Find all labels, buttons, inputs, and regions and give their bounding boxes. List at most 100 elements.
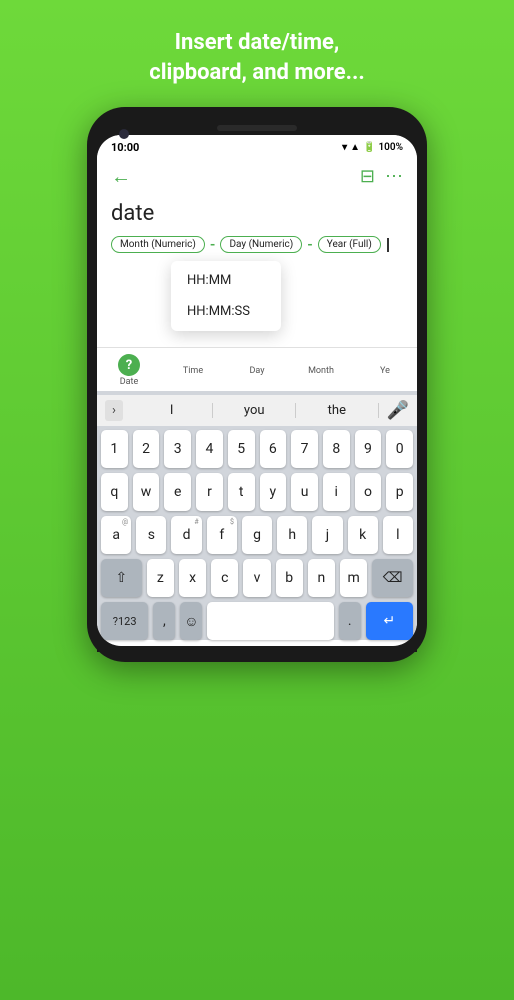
- battery-icon: 🔋: [363, 142, 375, 153]
- key-1[interactable]: 1: [101, 430, 128, 468]
- suggestions-expand[interactable]: ›: [105, 400, 123, 421]
- tab-time[interactable]: Time: [161, 366, 225, 376]
- delete-key[interactable]: ⌫: [372, 559, 413, 597]
- key-o[interactable]: o: [355, 473, 382, 511]
- status-time: 10:00: [111, 141, 139, 154]
- tab-day-label: Day: [250, 366, 265, 376]
- chip-day[interactable]: Day (Numeric): [220, 236, 302, 253]
- enter-key[interactable]: ↵: [366, 602, 413, 640]
- filter-icon[interactable]: ⊟: [360, 166, 375, 187]
- key-0[interactable]: 0: [386, 430, 413, 468]
- chip-month[interactable]: Month (Numeric): [111, 236, 205, 253]
- text-cursor: [387, 238, 389, 252]
- key-j[interactable]: j: [312, 516, 342, 554]
- chip-separator-2: -: [307, 237, 313, 253]
- key-t[interactable]: t: [228, 473, 255, 511]
- shift-key[interactable]: ⇧: [101, 559, 142, 597]
- suggestion-you[interactable]: you: [213, 403, 296, 418]
- keyboard-area: › I you the 🎤 1 2 3 4 5 6 7: [97, 391, 417, 640]
- key-rows: 1 2 3 4 5 6 7 8 9 0 q w: [97, 426, 417, 597]
- signal-icon: ▲: [350, 142, 360, 153]
- dropdown-popup: HH:MM HH:MM:SS: [171, 261, 281, 331]
- status-icons: ▾ ▲ 🔋 100%: [342, 142, 403, 153]
- asdf-row: a@ s d# f$ g h j k l: [101, 516, 413, 554]
- key-d[interactable]: d#: [171, 516, 201, 554]
- phone-speaker: [217, 125, 297, 131]
- status-bar: 10:00 ▾ ▲ 🔋 100%: [97, 135, 417, 156]
- suggestion-the[interactable]: the: [296, 403, 379, 418]
- key-g[interactable]: g: [242, 516, 272, 554]
- key-7[interactable]: 7: [291, 430, 318, 468]
- qwerty-row: q w e r t y u i o p: [101, 473, 413, 511]
- toolbar-left: ←: [111, 164, 131, 189]
- key-f[interactable]: f$: [207, 516, 237, 554]
- emoji-key[interactable]: ☺: [180, 602, 202, 640]
- header-title: Insert date/time, clipboard, and more...: [109, 0, 404, 107]
- key-q[interactable]: q: [101, 473, 128, 511]
- toolbar: ← ⊟ ⋯: [97, 156, 417, 197]
- chip-year[interactable]: Year (Full): [318, 236, 381, 253]
- key-h[interactable]: h: [277, 516, 307, 554]
- zxcv-row: ⇧ z x c v b n m ⌫: [101, 559, 413, 597]
- numbers-toggle-key[interactable]: ?123: [101, 602, 148, 640]
- tab-day[interactable]: Day: [225, 366, 289, 376]
- key-c[interactable]: c: [211, 559, 238, 597]
- phone-screen: 10:00 ▾ ▲ 🔋 100% ← ⊟ ⋯: [97, 135, 417, 646]
- suggestion-i[interactable]: I: [131, 403, 214, 418]
- key-4[interactable]: 4: [196, 430, 223, 468]
- key-w[interactable]: w: [133, 473, 160, 511]
- key-v[interactable]: v: [243, 559, 270, 597]
- dropdown-item-hhmmss[interactable]: HH:MM:SS: [171, 296, 281, 327]
- key-9[interactable]: 9: [355, 430, 382, 468]
- tab-month-label: Month: [308, 366, 334, 376]
- tab-time-label: Time: [183, 366, 203, 376]
- key-2[interactable]: 2: [133, 430, 160, 468]
- key-e[interactable]: e: [164, 473, 191, 511]
- key-s[interactable]: s: [136, 516, 166, 554]
- key-k[interactable]: k: [348, 516, 378, 554]
- key-l[interactable]: l: [383, 516, 413, 554]
- app-background: Insert date/time, clipboard, and more...…: [0, 0, 514, 1000]
- key-n[interactable]: n: [308, 559, 335, 597]
- space-key[interactable]: [207, 602, 333, 640]
- back-button[interactable]: ←: [111, 164, 131, 189]
- key-b[interactable]: b: [276, 559, 303, 597]
- suggestions-row: › I you the 🎤: [97, 395, 417, 426]
- more-options-icon[interactable]: ⋯: [385, 166, 403, 187]
- key-a[interactable]: a@: [101, 516, 131, 554]
- phone-top-bar: [97, 117, 417, 135]
- tab-month[interactable]: Month: [289, 366, 353, 376]
- number-row: 1 2 3 4 5 6 7 8 9 0: [101, 430, 413, 468]
- bottom-tabs: ? Date Time Day Month Ye: [97, 347, 417, 391]
- key-3[interactable]: 3: [164, 430, 191, 468]
- key-8[interactable]: 8: [323, 430, 350, 468]
- wifi-icon: ▾: [342, 142, 347, 153]
- comma-key[interactable]: ,: [153, 602, 175, 640]
- chips-row: Month (Numeric) - Day (Numeric) - Year (…: [111, 236, 403, 253]
- tab-year-label: Ye: [380, 366, 390, 376]
- tab-date-label: Date: [120, 377, 139, 387]
- tab-year[interactable]: Ye: [353, 366, 417, 376]
- key-6[interactable]: 6: [260, 430, 287, 468]
- key-p[interactable]: p: [386, 473, 413, 511]
- key-z[interactable]: z: [147, 559, 174, 597]
- key-r[interactable]: r: [196, 473, 223, 511]
- dropdown-item-hhmm[interactable]: HH:MM: [171, 265, 281, 296]
- chip-separator-1: -: [210, 237, 216, 253]
- battery-level: 100%: [378, 142, 403, 153]
- period-key[interactable]: .: [339, 602, 361, 640]
- phone-home-bar: [97, 646, 417, 652]
- key-y[interactable]: y: [260, 473, 287, 511]
- content-area: date Month (Numeric) - Day (Numeric) - Y…: [97, 197, 417, 347]
- bottom-key-row: ?123 , ☺ . ↵: [97, 602, 417, 640]
- editor-label: date: [111, 201, 403, 226]
- mic-icon[interactable]: 🎤: [387, 400, 409, 421]
- key-m[interactable]: m: [340, 559, 367, 597]
- tab-date[interactable]: ? Date: [97, 354, 161, 387]
- key-i[interactable]: i: [323, 473, 350, 511]
- key-5[interactable]: 5: [228, 430, 255, 468]
- toolbar-right: ⊟ ⋯: [360, 166, 403, 187]
- key-u[interactable]: u: [291, 473, 318, 511]
- help-icon: ?: [118, 354, 140, 376]
- key-x[interactable]: x: [179, 559, 206, 597]
